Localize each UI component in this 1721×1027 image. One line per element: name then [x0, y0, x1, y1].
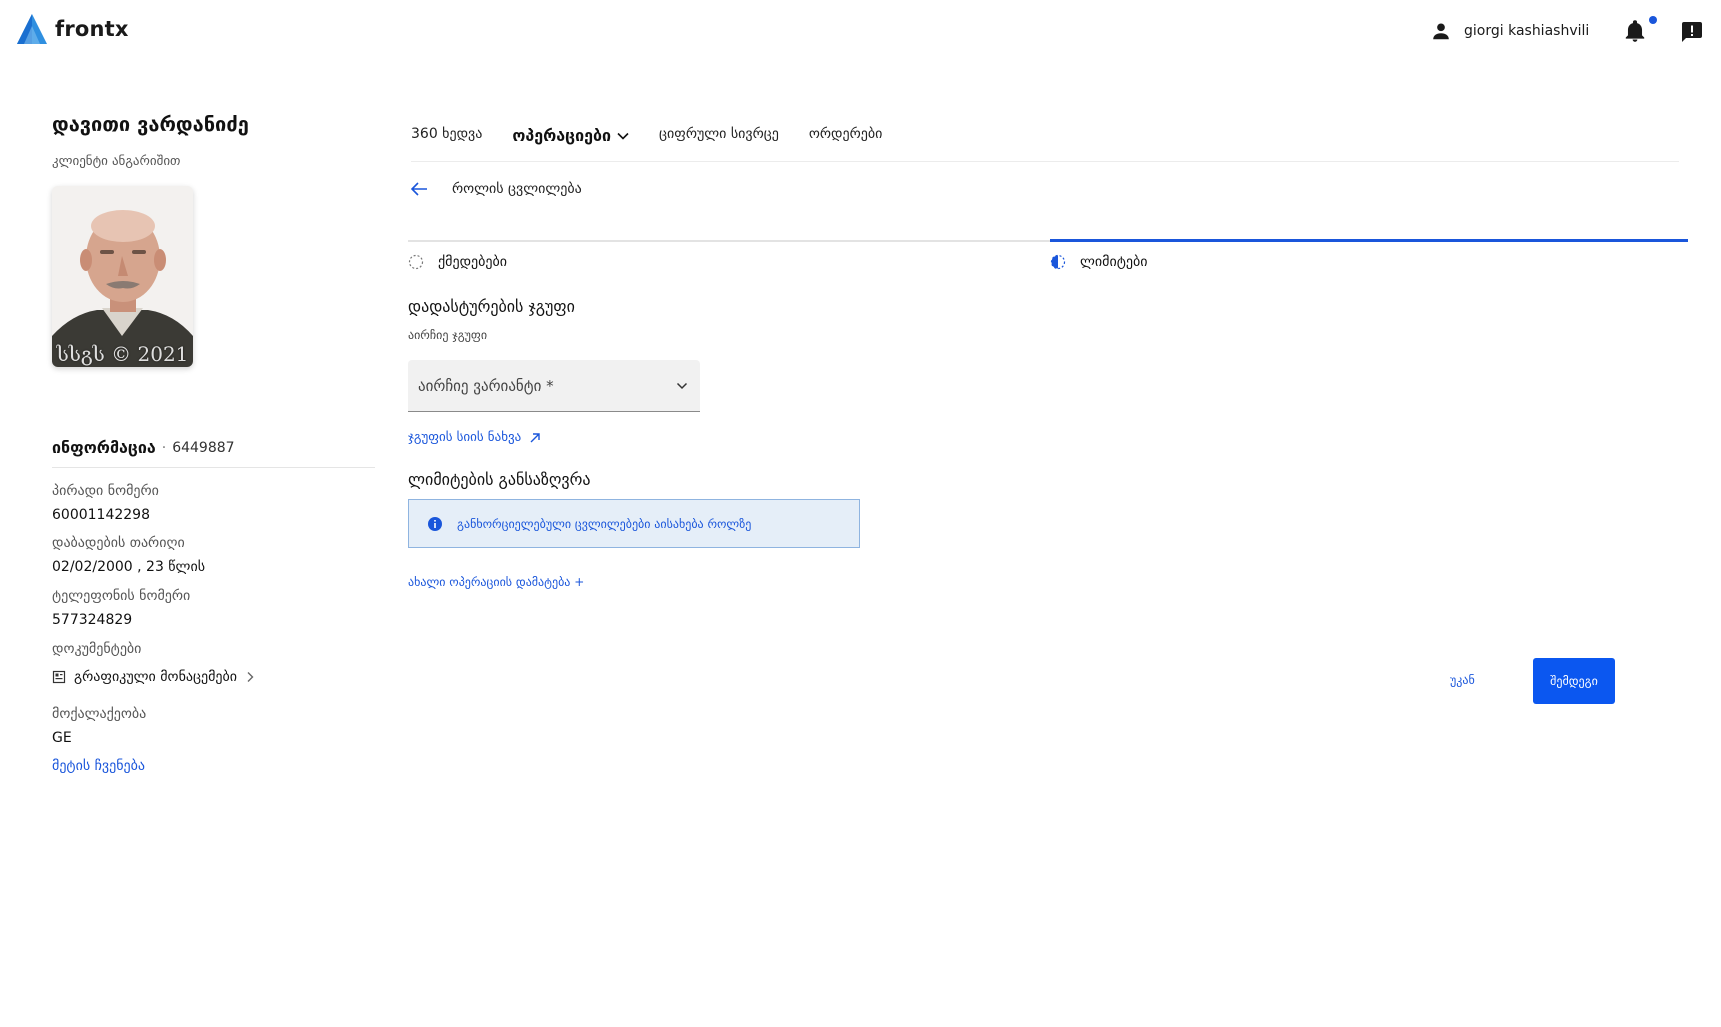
tab-360-view[interactable]: 360 ხედვა [411, 126, 482, 142]
next-button[interactable]: შემდეგი [1533, 658, 1615, 704]
stepper-active-indicator [1050, 239, 1688, 242]
tab-operations[interactable]: ოპერაციები [512, 126, 629, 145]
approval-group-subtitle: აირჩიე ჯგუფი [408, 328, 488, 342]
user-name: giorgi kashiashvili [1464, 23, 1590, 39]
back-arrow-icon[interactable] [408, 178, 430, 200]
feedback-icon[interactable] [1680, 20, 1704, 44]
photo-watermark: სსგს © 2021 [56, 342, 189, 366]
show-more-link[interactable]: მეტის ჩვენება [52, 758, 145, 774]
notification-badge [1649, 16, 1657, 24]
step-limits-label: ლიმიტები [1080, 254, 1148, 270]
tab-orders[interactable]: ორდერები [809, 126, 882, 142]
info-icon [428, 516, 442, 531]
approval-group-select[interactable]: აირჩიე ვარიანტი * [408, 360, 700, 412]
documents-label: დოკუმენტები [52, 641, 142, 657]
graphic-data-label: გრაფიკული მონაცემები [74, 669, 238, 685]
phone-number-value: 577324829 [52, 612, 133, 628]
step-in-progress-icon [1050, 254, 1066, 270]
page-header: როლის ცვლილება [408, 178, 582, 200]
logo[interactable]: frontx [15, 12, 129, 46]
step-pending-icon [408, 254, 424, 270]
client-name: დავითი ვარდანიძე [52, 112, 249, 136]
back-button[interactable]: უკან [1450, 673, 1475, 687]
step-limits[interactable]: ლიმიტები [1050, 254, 1147, 270]
client-id: 6449887 [172, 439, 235, 456]
logo-triangle-icon [17, 14, 47, 44]
add-operation-link[interactable]: ახალი ოპერაციის დამატება + [408, 575, 584, 589]
personal-number-value: 60001142298 [52, 507, 150, 523]
group-list-link[interactable]: ჯგუფის სიის ნახვა [408, 430, 541, 445]
graphic-data-link[interactable]: გრაფიკული მონაცემები [52, 669, 255, 685]
citizenship-value: GE [52, 730, 72, 746]
personal-number-label: პირადი ნომერი [52, 483, 159, 499]
info-title: ინფორმაცია [52, 438, 156, 457]
client-photo: სსგს © 2021 [52, 186, 193, 367]
birth-date-value: 02/02/2000 , 23 წლის [52, 559, 206, 575]
birth-date-label: დაბადების თარიღი [52, 535, 185, 551]
step-actions[interactable]: ქმედებები [408, 254, 507, 270]
info-header: ინფორმაცია · 6449887 [52, 438, 375, 468]
tab-operations-label: ოპერაციები [512, 126, 612, 145]
chevron-down-icon [676, 382, 688, 389]
chevron-right-icon [247, 672, 254, 682]
external-link-arrow-icon [530, 432, 540, 442]
client-subtitle: კლიენტი ანგარიშით [52, 154, 181, 169]
notifications-bell-icon[interactable] [1622, 18, 1648, 44]
phone-number-label: ტელეფონის ნომერი [52, 588, 191, 604]
page-title: როლის ცვლილება [452, 181, 582, 197]
tab-digital-space[interactable]: ციფრული სივრცე [659, 126, 779, 142]
info-separator: · [161, 439, 167, 456]
group-list-label: ჯგუფის სიის ნახვა [408, 430, 522, 445]
alert-text: განხორციელებული ცვლილებები აისახება როლზ… [457, 516, 752, 531]
info-alert: განხორციელებული ცვლილებები აისახება როლზ… [408, 499, 860, 548]
top-bar: frontx giorgi kashiashvili [0, 0, 1721, 66]
main-tabs: 360 ხედვა ოპერაციები ციფრული სივრცე ორდე… [411, 126, 1679, 162]
citizenship-label: მოქალაქეობა [52, 706, 147, 722]
client-portrait-image [52, 186, 193, 367]
select-placeholder: აირჩიე ვარიანტი * [418, 376, 554, 395]
document-scan-icon [52, 670, 66, 684]
step-actions-label: ქმედებები [438, 254, 508, 270]
user-menu[interactable]: giorgi kashiashvili [1430, 20, 1589, 42]
approval-group-title: დადასტურების ჯგუფი [408, 297, 575, 316]
chevron-down-icon [617, 132, 629, 140]
person-icon [1433, 23, 1449, 40]
limits-definition-title: ლიმიტების განსაზღვრა [408, 470, 591, 489]
logo-text: frontx [55, 17, 129, 41]
